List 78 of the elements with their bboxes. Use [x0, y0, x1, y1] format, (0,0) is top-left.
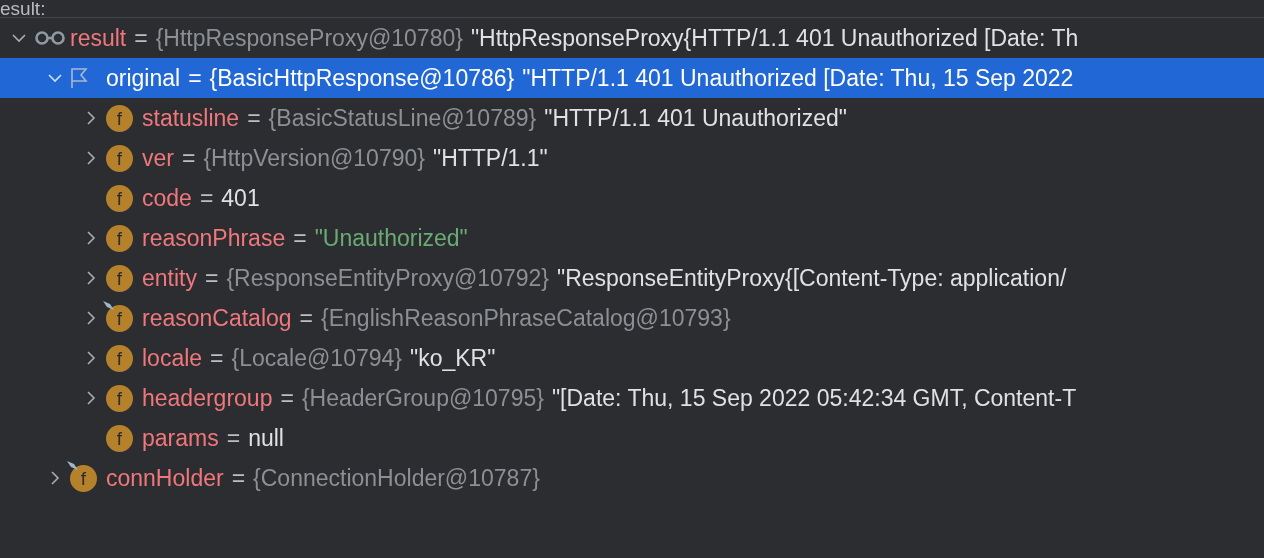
- field-icon: f: [106, 424, 133, 452]
- equals-sign: =: [210, 344, 224, 372]
- tree-row[interactable]: f locale = {Locale@10794} "ko_KR": [0, 338, 1264, 378]
- expand-chevron-icon[interactable]: [48, 471, 62, 485]
- variable-name: reasonPhrase: [142, 224, 286, 252]
- variable-value: null: [248, 424, 284, 452]
- variable-name: code: [142, 184, 192, 212]
- field-icon: f: [106, 144, 133, 172]
- object-type: {Locale@10794}: [231, 344, 402, 372]
- tree-row[interactable]: result = {HttpResponseProxy@10780} "HttpResponseProxy{HTTP/1.1 401 Unauthorized [Date: Th: [0, 18, 1264, 58]
- variable-name: reasonCatalog: [142, 304, 292, 332]
- variable-name: headergroup: [142, 384, 273, 412]
- tree-row[interactable]: f reasonCatalog = {EnglishReasonPhraseCatalog@10793}: [0, 298, 1264, 338]
- object-type: {EnglishReasonPhraseCatalog@10793}: [321, 304, 731, 332]
- variable-name: result: [70, 24, 127, 52]
- tree-row[interactable]: f entity = {ResponseEntityProxy@10792} "ResponseEntityProxy{[Content-Type: application/: [0, 258, 1264, 298]
- equals-sign: =: [247, 104, 261, 132]
- equals-sign: =: [226, 424, 241, 452]
- panel-label: esult:: [0, 0, 46, 17]
- expand-chevron-icon[interactable]: [84, 151, 98, 165]
- field-icon: f: [106, 264, 133, 292]
- equals-sign: =: [280, 384, 294, 412]
- variable-value: "HttpResponseProxy{HTTP/1.1 401 Unauthorized [Date: Th: [470, 24, 1079, 52]
- variable-name: statusline: [142, 104, 240, 132]
- tree-row[interactable]: original = {BasicHttpResponse@10786} "HTTP/1.1 401 Unauthorized [Date: Thu, 15 Sep 2022: [0, 58, 1264, 98]
- field-icon: f: [106, 184, 133, 212]
- tree-row[interactable]: f reasonPhrase = "Unauthorized": [0, 218, 1264, 258]
- variable-name: params: [142, 424, 219, 452]
- field-icon: f: [106, 304, 133, 332]
- field-icon: f: [106, 384, 133, 412]
- equals-sign: =: [205, 264, 219, 292]
- equals-sign: =: [199, 184, 214, 212]
- tree-row[interactable]: f statusline = {BasicStatusLine@10789} "HTTP/1.1 401 Unauthorized": [0, 98, 1264, 138]
- object-type: {BasicStatusLine@10789}: [268, 104, 537, 132]
- equals-sign: =: [293, 224, 307, 252]
- object-type: {ConnectionHolder@10787}: [253, 464, 540, 492]
- equals-sign: =: [188, 64, 202, 92]
- equals-sign: =: [134, 24, 148, 52]
- tree-row[interactable]: f params = null: [0, 418, 1264, 458]
- variable-value: "[Date: Thu, 15 Sep 2022 05:42:34 GMT, Content-T: [551, 384, 1077, 412]
- expand-chevron-icon[interactable]: [84, 311, 98, 325]
- object-type: {BasicHttpResponse@10786}: [209, 64, 515, 92]
- object-type: {HeaderGroup@10795}: [301, 384, 544, 412]
- expand-chevron-icon[interactable]: [84, 391, 98, 405]
- object-type: {HttpVersion@10790}: [203, 144, 425, 172]
- collapse-chevron-icon[interactable]: [12, 31, 26, 45]
- variable-value: "HTTP/1.1 401 Unauthorized": [544, 104, 847, 132]
- field-icon: f: [70, 464, 97, 492]
- variable-value: 401: [221, 184, 260, 212]
- variable-name: entity: [142, 264, 197, 292]
- variable-name: ver: [142, 144, 174, 172]
- expand-chevron-icon[interactable]: [84, 351, 98, 365]
- flag-icon: [70, 67, 88, 89]
- glasses-icon: [34, 31, 66, 45]
- object-type: {ResponseEntityProxy@10792}: [226, 264, 549, 292]
- collapse-chevron-icon[interactable]: [48, 71, 62, 85]
- expand-chevron-icon[interactable]: [84, 111, 98, 125]
- variable-name: connHolder: [106, 464, 224, 492]
- field-icon: f: [106, 104, 133, 132]
- object-type: {HttpResponseProxy@10780}: [155, 24, 463, 52]
- variable-value: "HTTP/1.1 401 Unauthorized [Date: Thu, 15 Sep 2022: [522, 64, 1074, 92]
- tree-row[interactable]: f connHolder = {ConnectionHolder@10787}: [0, 458, 1264, 498]
- field-icon: f: [106, 224, 133, 252]
- variable-value: "ko_KR": [410, 344, 496, 372]
- tree-row[interactable]: f code = 401: [0, 178, 1264, 218]
- expand-chevron-icon[interactable]: [84, 231, 98, 245]
- equals-sign: =: [181, 144, 196, 172]
- variable-name: original: [106, 64, 181, 92]
- field-icon: f: [106, 344, 133, 372]
- tree-row[interactable]: f headergroup = {HeaderGroup@10795} "[Date: Thu, 15 Sep 2022 05:42:34 GMT, Content-T: [0, 378, 1264, 418]
- equals-sign: =: [299, 304, 314, 332]
- variable-value: "HTTP/1.1": [432, 144, 548, 172]
- string-value: "Unauthorized": [314, 224, 468, 252]
- variable-value: "ResponseEntityProxy{[Content-Type: application/: [557, 264, 1067, 292]
- expand-chevron-icon[interactable]: [84, 271, 98, 285]
- tree-row[interactable]: f ver = {HttpVersion@10790} "HTTP/1.1": [0, 138, 1264, 178]
- variable-name: locale: [142, 344, 203, 372]
- equals-sign: =: [231, 464, 246, 492]
